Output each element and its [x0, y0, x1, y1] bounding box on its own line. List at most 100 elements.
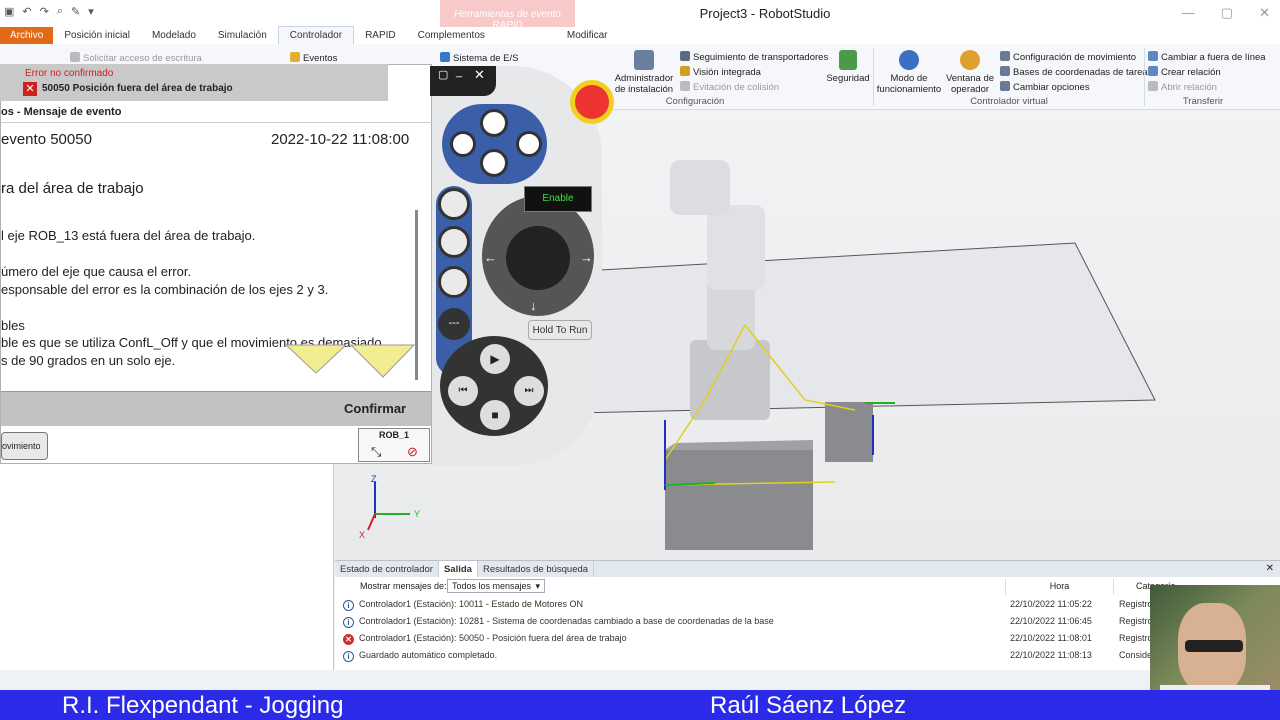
axis-y-label: Y	[414, 509, 420, 519]
scroll-down-arrows-icon[interactable]	[286, 343, 416, 381]
menu-key-icon[interactable]	[516, 131, 542, 157]
vision-label: Visión integrada	[693, 67, 761, 78]
output-row[interactable]: i Guardado automático completado. 22/10/20…	[343, 650, 1280, 667]
request-write-label: Solicitar acceso de escritura	[83, 53, 202, 64]
pencil-icon	[70, 52, 80, 62]
row-category: Registro	[1119, 599, 1153, 609]
output-row[interactable]: i Controlador1 (Estación): 10011 - Estado…	[343, 599, 1280, 616]
shield-icon	[839, 50, 857, 70]
conveyor-button[interactable]: Seguimiento de transportadores	[680, 51, 828, 63]
stop-icon[interactable]: ■	[480, 400, 510, 430]
banner-right: Raúl Sáenz López	[710, 692, 907, 719]
info-icon: i	[343, 600, 354, 611]
install-manager-button[interactable]: Administrador de instalación	[612, 50, 676, 95]
emergency-stop-button[interactable]	[570, 80, 614, 124]
axis-x-label: X	[359, 530, 365, 540]
close-fp-icon[interactable]: ✕	[474, 67, 485, 83]
row-category: Conside	[1119, 650, 1153, 660]
motion-config-button[interactable]: Configuración de movimiento	[1000, 51, 1136, 63]
ribbon-separator	[1144, 48, 1145, 106]
minimize-fp-icon[interactable]: _	[456, 66, 462, 78]
op-window-button[interactable]: Ventana de operador	[944, 50, 996, 95]
tab-rapid[interactable]: RAPID	[354, 27, 407, 44]
tab-estado-controlador[interactable]: Estado de controlador	[335, 561, 439, 577]
col-time-header[interactable]: Hora	[1005, 579, 1113, 595]
change-options-button[interactable]: Cambiar opciones	[1000, 81, 1090, 93]
row-message: Controlador1 (Estación): 10281 - Sistema…	[359, 616, 774, 626]
info-icon: i	[343, 617, 354, 628]
io-system-button[interactable]: Sistema de E/S	[440, 52, 518, 64]
movement-button[interactable]: ovimiento	[1, 432, 48, 460]
tab-simulacion[interactable]: Simulación	[207, 27, 278, 44]
robot-head	[670, 160, 730, 215]
output-row[interactable]: ✕ Controlador1 (Estación): 50050 - Posici…	[343, 633, 1280, 650]
tab-controlador[interactable]: Controlador	[277, 26, 355, 44]
vision-button[interactable]: Visión integrada	[680, 66, 761, 78]
collision-icon	[680, 81, 690, 91]
output-close-icon[interactable]: ✕	[1266, 563, 1274, 574]
joystick-knob[interactable]	[506, 226, 570, 290]
fp-error-banner[interactable]: Error no confirmado ✕ 50050 Posición fue…	[0, 64, 388, 101]
arrow-right-icon: →	[580, 250, 593, 265]
fp-line: úmero del eje que causa el error.	[1, 264, 192, 279]
open-relation-button[interactable]: Abrir relación	[1148, 81, 1217, 93]
events-button[interactable]: Eventos	[290, 52, 337, 64]
joystick[interactable]: ↑ ↓ ← →	[482, 196, 594, 316]
relation-icon	[1148, 66, 1158, 76]
install-icon	[634, 50, 654, 70]
close-icon[interactable]: ✕	[1259, 5, 1270, 21]
request-write-button[interactable]: Solicitar acceso de escritura	[70, 52, 202, 64]
group-vc-label: Controlador virtual	[970, 96, 1048, 107]
list-key-icon[interactable]	[480, 149, 508, 177]
filter-select[interactable]: Todos los mensajes ▾	[447, 579, 545, 593]
rotate-key-icon[interactable]	[438, 226, 470, 258]
tab-archivo[interactable]: Archivo	[0, 27, 54, 44]
conveyor-label: Seguimiento de transportadores	[693, 52, 829, 63]
confirm-button[interactable]: Confirmar	[344, 401, 406, 416]
maximize-icon[interactable]: ▢	[1221, 5, 1233, 21]
rob-status-button[interactable]: ROB_1 ⤡ ⊘	[358, 428, 430, 462]
op-mode-button[interactable]: Modo de funcionamiento	[876, 50, 942, 95]
play-icon[interactable]: ▶	[480, 344, 510, 374]
change-offline-button[interactable]: Cambiar a fuera de línea	[1148, 51, 1266, 63]
minimize-icon[interactable]: —	[1182, 5, 1195, 21]
output-row[interactable]: i Controlador1 (Estación): 10281 - Sistem…	[343, 616, 1280, 633]
fp-event-title: ra del área de trabajo	[1, 180, 144, 197]
window-icon[interactable]: ▢	[438, 68, 448, 81]
tab-posicion-inicial[interactable]: Posición inicial	[53, 27, 141, 44]
change-offline-label: Cambiar a fuera de línea	[1161, 52, 1266, 63]
step-back-icon[interactable]: ⏮	[448, 376, 478, 406]
tab-modelado[interactable]: Modelado	[141, 27, 207, 44]
program-key-icon[interactable]	[480, 109, 508, 137]
security-button[interactable]: Seguridad	[826, 50, 870, 84]
op-window-label: Ventana de operador	[945, 73, 995, 95]
tab-resultados-busqueda[interactable]: Resultados de búsqueda	[478, 561, 595, 577]
fp-top-icons: ▢ _ ✕	[430, 66, 496, 96]
increment-key-icon[interactable]: ---	[438, 308, 470, 340]
create-relation-label: Crear relación	[1161, 67, 1221, 78]
open-relation-label: Abrir relación	[1161, 82, 1217, 93]
row-time: 22/10/2022 11:08:01	[1010, 633, 1092, 643]
window-controls: — ▢ ✕	[1182, 5, 1270, 21]
tab-modificar[interactable]: Modificar	[556, 27, 619, 44]
tab-complementos[interactable]: Complementos	[407, 27, 496, 44]
collision-button[interactable]: Evitación de colisión	[680, 81, 779, 93]
axis-z-label: Z	[371, 474, 377, 484]
axis-key-icon[interactable]	[438, 266, 470, 298]
task-frames-button[interactable]: Bases de coordenadas de tarea	[1000, 66, 1148, 78]
row-message: Controlador1 (Estación): 50050 - Posició…	[359, 633, 627, 643]
output-tabs: Estado de controlador Salida Resultados …	[335, 561, 1280, 577]
error-x-icon: ✕	[23, 82, 37, 96]
step-forward-icon[interactable]: ⏭	[514, 376, 544, 406]
gripper-key-icon[interactable]	[438, 188, 470, 220]
fp-line: s de 90 grados en un solo eje.	[1, 353, 176, 368]
create-relation-button[interactable]: Crear relación	[1148, 66, 1221, 78]
flexpendant-screen: os - Mensaje de evento evento 50050 2022…	[0, 64, 433, 464]
enable-button[interactable]: Enable	[524, 186, 592, 212]
arrow-down-icon: ↓	[530, 298, 537, 313]
ribbon-separator	[873, 48, 874, 106]
minus-key-icon[interactable]	[450, 131, 476, 157]
tab-salida[interactable]: Salida	[438, 561, 478, 577]
hold-to-run-button[interactable]: Hold To Run	[528, 320, 592, 340]
install-label: Administrador de instalación	[614, 73, 674, 95]
